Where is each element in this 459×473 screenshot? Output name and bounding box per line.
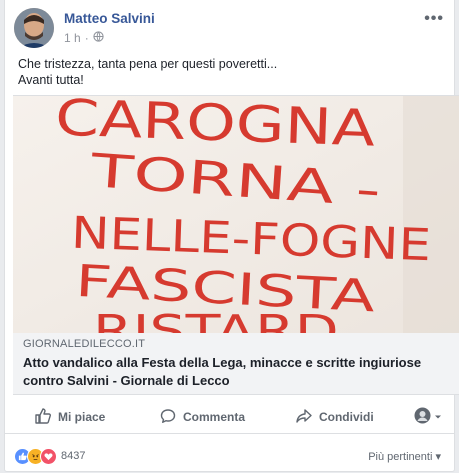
caret-down-icon: ▾ <box>435 450 441 463</box>
comment-label: Commenta <box>182 410 245 424</box>
link-preview[interactable]: GIORNALEDILECCO.IT Atto vandalico alla F… <box>13 333 459 395</box>
more-options-icon[interactable]: ••• <box>424 10 444 28</box>
post-text-line-2: Avanti tutta! <box>18 73 84 87</box>
reactions-bar: 8437 Più pertinenti ▾ <box>4 445 455 467</box>
like-button[interactable]: Mi piace <box>4 402 136 432</box>
share-icon <box>296 408 312 427</box>
reactions-count[interactable]: 8437 <box>61 450 85 462</box>
comment-icon <box>160 408 176 427</box>
comment-sort-dropdown[interactable]: Più pertinenti ▾ <box>368 450 441 463</box>
share-label: Condividi <box>318 410 374 424</box>
post-image[interactable]: CAROGNA TORNA - NELLE-FOGNE FASCISTA RIS… <box>13 95 459 334</box>
share-button[interactable]: Condividi <box>269 402 401 432</box>
avatar[interactable] <box>14 8 54 48</box>
post-time[interactable]: 1 h <box>64 31 81 45</box>
link-title[interactable]: Atto vandalico alla Festa della Lega, mi… <box>23 354 449 390</box>
thumbs-up-icon <box>35 407 51 427</box>
sort-label: Più pertinenti <box>368 450 433 463</box>
globe-icon <box>93 31 104 45</box>
post-meta: 1 h · <box>64 31 104 45</box>
link-domain: GIORNALEDILECCO.IT <box>23 338 146 350</box>
profile-mini-avatar-icon <box>414 407 431 427</box>
post-text-line-1: Che tristezza, tanta pena per questi pov… <box>18 57 278 71</box>
reaction-icons[interactable] <box>14 447 57 465</box>
post-header: Matteo Salvini 1 h · ••• <box>14 8 444 48</box>
post-text: Che tristezza, tanta pena per questi pov… <box>18 56 277 88</box>
love-reaction-icon <box>40 447 57 465</box>
post-as-selector[interactable] <box>401 402 455 432</box>
comment-button[interactable]: Commenta <box>136 402 268 432</box>
like-label: Mi piace <box>57 410 106 424</box>
handwritten-line-5: RISTARD... <box>93 306 393 334</box>
author-name[interactable]: Matteo Salvini <box>64 11 155 26</box>
post-actions: Mi piace Commenta Condividi <box>4 401 455 434</box>
chevron-down-icon <box>434 410 442 424</box>
